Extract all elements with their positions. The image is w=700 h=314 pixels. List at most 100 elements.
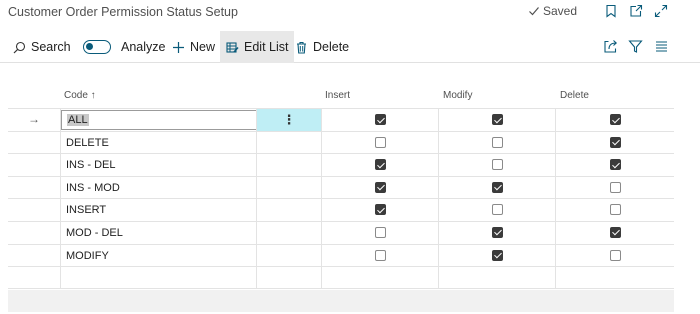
table-cell <box>8 132 60 154</box>
insert-checkbox[interactable] <box>375 136 386 148</box>
insert-checkbox[interactable] <box>375 249 386 261</box>
row-actions-menu-icon[interactable]: ⋮ <box>257 109 321 131</box>
modify-checkbox[interactable] <box>492 136 503 148</box>
table-cell: MODIFY <box>60 244 256 267</box>
table-cell <box>438 154 555 176</box>
page-title: Customer Order Permission Status Setup <box>8 5 238 19</box>
search-icon <box>13 41 26 53</box>
code-value[interactable]: DELETE <box>66 137 109 149</box>
table-cell: MOD - DEL <box>60 221 256 244</box>
new-button[interactable]: New <box>172 31 215 63</box>
table-cell <box>438 131 555 154</box>
share-icon[interactable] <box>603 39 618 54</box>
table-cell <box>256 131 321 154</box>
delete-checkbox[interactable] <box>610 159 621 171</box>
table-cell <box>8 177 60 199</box>
edit-list-button[interactable]: Edit List <box>220 31 295 63</box>
open-new-window-icon[interactable] <box>629 4 643 18</box>
table-cell: DELETE <box>60 131 256 154</box>
bookmark-icon[interactable] <box>604 4 618 18</box>
table-row[interactable]: DELETE <box>8 130 674 154</box>
table-row[interactable]: INS - MOD <box>8 175 674 199</box>
table-cell <box>60 267 256 288</box>
code-value[interactable]: MOD - DEL <box>66 227 123 239</box>
modify-checkbox[interactable] <box>492 114 503 125</box>
table-row[interactable]: INSERT <box>8 198 674 221</box>
table-cell <box>256 199 321 221</box>
plus-icon <box>173 41 184 53</box>
delete-button[interactable]: Delete <box>295 31 349 63</box>
table-cell <box>438 109 555 131</box>
table-cell <box>321 221 438 244</box>
table-cell <box>555 199 674 221</box>
code-value[interactable]: INSERT <box>66 204 106 216</box>
analyze-toggle[interactable]: Analyze <box>83 31 165 63</box>
modify-checkbox[interactable] <box>492 159 503 171</box>
code-value[interactable]: INS - DEL <box>66 159 116 171</box>
table-cell <box>555 267 674 288</box>
delete-checkbox[interactable] <box>610 249 621 261</box>
toggle-switch[interactable] <box>83 40 111 54</box>
table-cell <box>256 176 321 199</box>
modify-checkbox[interactable] <box>492 204 503 216</box>
delete-checkbox[interactable] <box>610 226 621 238</box>
column-header-code[interactable]: Code ↑ <box>64 90 96 101</box>
modify-checkbox[interactable] <box>492 249 503 261</box>
title-bar: Customer Order Permission Status Setup S… <box>0 0 700 26</box>
table-row[interactable] <box>8 266 674 289</box>
filter-icon[interactable] <box>628 39 643 54</box>
table-row[interactable]: MOD - DEL <box>8 220 674 244</box>
column-header-insert[interactable]: Insert <box>325 90 350 101</box>
modify-checkbox[interactable] <box>492 181 503 193</box>
delete-checkbox[interactable] <box>610 136 621 148</box>
table-header: Code ↑ Insert Modify Delete <box>8 82 674 108</box>
table-cell <box>555 221 674 244</box>
table-cell <box>438 176 555 199</box>
table-cell: ALL <box>60 109 257 131</box>
row-selected-arrow-icon: → <box>28 112 40 126</box>
insert-checkbox[interactable] <box>375 204 386 216</box>
check-icon <box>529 7 539 16</box>
code-value[interactable]: MODIFY <box>66 250 109 262</box>
insert-checkbox[interactable] <box>375 226 386 238</box>
table-cell <box>321 109 438 131</box>
insert-checkbox[interactable] <box>375 159 386 171</box>
code-value[interactable]: INS - MOD <box>66 182 120 194</box>
table-cell: INS - MOD <box>60 176 256 199</box>
table-cell <box>438 267 555 288</box>
table-row[interactable]: MODIFY <box>8 243 674 267</box>
table-cell <box>256 244 321 267</box>
search-button[interactable]: Search <box>13 31 71 63</box>
table-cell <box>8 154 60 176</box>
delete-checkbox[interactable] <box>610 181 621 193</box>
insert-checkbox[interactable] <box>375 114 386 125</box>
delete-checkbox[interactable] <box>610 114 621 125</box>
table-row[interactable]: INS - DEL <box>8 153 674 176</box>
delete-checkbox[interactable] <box>610 204 621 216</box>
table-cell: INS - DEL <box>60 154 256 176</box>
table-cell <box>256 154 321 176</box>
column-header-delete[interactable]: Delete <box>560 90 589 101</box>
table-cell <box>555 154 674 176</box>
table-cell <box>321 244 438 267</box>
list-view-icon[interactable] <box>654 39 669 54</box>
grid-footer <box>8 290 674 312</box>
modify-checkbox[interactable] <box>492 226 503 238</box>
table-cell <box>438 199 555 221</box>
code-input[interactable]: ALL <box>61 110 257 130</box>
table-cell <box>555 109 674 131</box>
table-row[interactable]: → ALL ⋮ <box>8 108 674 131</box>
table-cell <box>321 267 438 288</box>
saved-label: Saved <box>543 4 578 18</box>
table-cell <box>321 176 438 199</box>
table-cell <box>8 199 60 221</box>
table-cell <box>8 245 60 267</box>
table-cell <box>438 244 555 267</box>
column-header-modify[interactable]: Modify <box>443 90 472 101</box>
table-cell <box>256 221 321 244</box>
table-cell <box>8 267 60 288</box>
insert-checkbox[interactable] <box>375 181 386 193</box>
expand-icon[interactable] <box>654 4 668 18</box>
permission-grid: Code ↑ Insert Modify Delete → ALL ⋮ DELETE I… <box>8 82 674 289</box>
table-cell <box>555 131 674 154</box>
